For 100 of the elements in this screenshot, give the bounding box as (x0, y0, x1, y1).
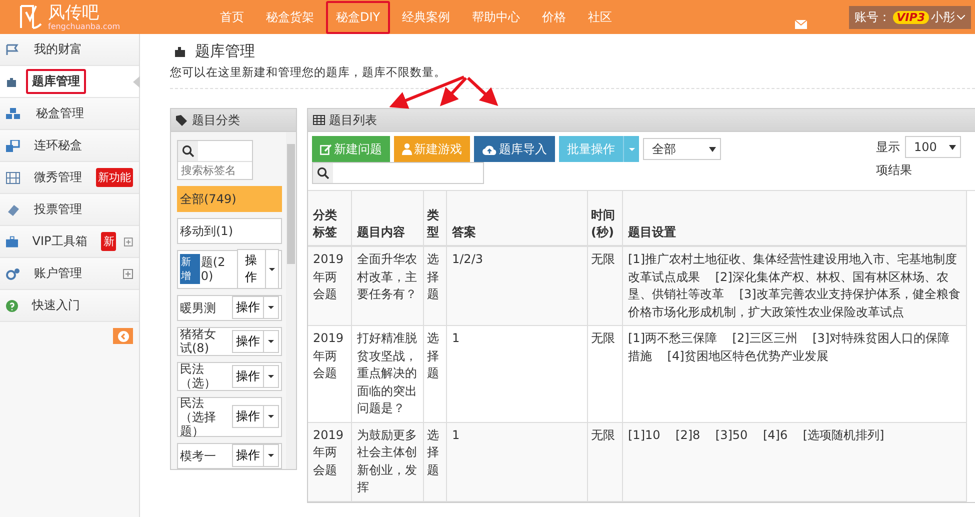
toolbar-button[interactable]: 题库导入 (474, 136, 555, 162)
category-item[interactable]: 全部(749) (177, 186, 282, 212)
table-cell: 选择题 (424, 422, 447, 502)
page-title: 题库管理 (195, 42, 255, 61)
expand-icon[interactable] (124, 236, 133, 246)
page-description: 您可以在这里新建和管理您的题库，题库不限数量。 (170, 65, 447, 80)
flag-icon (6, 44, 20, 56)
table-cell: 无限 (588, 247, 623, 326)
scrollbar[interactable] (286, 132, 296, 469)
puzzle-icon (174, 45, 187, 58)
collapse-icon (118, 330, 128, 342)
table-cell: 选择题 (424, 326, 447, 422)
caret-icon (268, 415, 274, 418)
category-item[interactable]: 猪猪女试(8) 操作 (177, 326, 282, 356)
new-badge: 新功能 (96, 168, 133, 187)
category-label: 题(20) (200, 255, 226, 284)
sidebar-label: 秘盒管理 (35, 105, 85, 122)
panel-title: 题目列表 (329, 112, 377, 128)
cloud-upload-icon (482, 144, 497, 154)
linked-squares-icon (6, 140, 20, 152)
film-icon (6, 172, 20, 184)
user-name: 小彤 (931, 8, 955, 26)
sidebar-label: 快速入门 (30, 297, 81, 314)
caret-icon (268, 268, 275, 271)
category-label: 移动到(1) (180, 224, 233, 238)
column-header[interactable]: 类型 (424, 191, 447, 247)
page-size-select[interactable]: 100 (905, 136, 961, 158)
column-header[interactable]: 答案 (447, 191, 588, 247)
table-cell: 无限 (588, 422, 623, 502)
sidebar-label: 微秀管理 (33, 169, 83, 186)
tag-search-field[interactable]: 搜索标签名 (177, 140, 253, 180)
category-item[interactable]: 民法（选） 操作 (177, 362, 282, 391)
caret-icon (709, 146, 716, 152)
category-label: 猪猪女试(8) (180, 327, 217, 356)
cubes-icon (6, 108, 22, 120)
table-cell: [1]推广农村土地征收、集体经营性建设用地入市、宅基地制度改革试点成果 [2]深化集体产权、林权、国有林区林场、农垦、供销社等改革 [3]改革完善农业支持保护体系，健全粮食价格市场化形成机制，扩大政策性农业保险改革试点 (623, 247, 967, 326)
new-badge: 新 (101, 232, 116, 251)
panel-title: 题目分类 (192, 112, 240, 128)
caret-icon (628, 148, 634, 150)
logo-icon (18, 4, 42, 30)
sidebar-label: 连环秘盒 (33, 137, 83, 154)
dropdown-toggle[interactable] (264, 250, 278, 288)
table-cell: 全面升华农村改革，主要任务有？ (352, 247, 424, 326)
table-cell: 1/2/3 (447, 247, 588, 326)
category-item[interactable]: 暖男测 操作 (177, 294, 282, 321)
logo-url: fengchuanba.com (48, 22, 120, 30)
caret-icon (949, 144, 956, 150)
category-item[interactable]: 移动到(1) (177, 218, 282, 244)
vip-badge: VIP3 (892, 10, 929, 24)
table-cell: 1 (447, 422, 588, 502)
table-icon (313, 115, 325, 125)
sidebar-label: 账户管理 (33, 265, 83, 282)
table-cell: 2019年两会题 (308, 422, 352, 502)
mail-icon[interactable] (794, 20, 807, 28)
sidebar-label: 题库管理 (26, 69, 86, 94)
puzzle-icon (6, 76, 18, 88)
pointer-icon (133, 76, 140, 88)
caret-icon (268, 340, 274, 343)
ticket-icon (6, 204, 20, 216)
category-label: 模考一 (180, 448, 217, 463)
sidebar-item[interactable]: 题库管理 (0, 66, 139, 98)
category-label: 暖男测 (180, 300, 217, 315)
sidebar-label: VIP工具箱 (31, 233, 88, 250)
dropdown-toggle[interactable] (623, 136, 639, 162)
account-label: 账号： (854, 8, 891, 26)
results-label: 项结果 (876, 162, 913, 179)
column-header[interactable]: 时间(秒) (588, 191, 623, 247)
expand-icon[interactable] (123, 268, 133, 278)
tags-icon (176, 114, 188, 126)
sidebar-label: 投票管理 (33, 201, 83, 218)
table-cell: [1]10 [2]8 [3]50 [4]6 [选项随机排列] (623, 422, 967, 502)
table-cell: 2019年两会题 (308, 247, 352, 326)
briefcase-icon (6, 236, 18, 248)
search-icon (317, 167, 329, 179)
category-label: 民法（选择题） (180, 396, 217, 438)
account-menu[interactable]: 账号： VIP3 小彤 (848, 6, 971, 28)
collapse-button[interactable] (113, 328, 133, 344)
category-label: 全部(749) (180, 192, 236, 206)
search-field[interactable] (312, 162, 484, 184)
category-item[interactable]: 新增 题(20) 操作 (177, 250, 282, 289)
column-header[interactable]: 分类标签 (308, 191, 352, 247)
column-header[interactable]: 题目设置 (623, 191, 967, 247)
category-item[interactable]: 民法（选择题） 操作 (177, 396, 282, 437)
caret-icon (268, 306, 274, 310)
filter-select[interactable]: 全部 (643, 138, 721, 160)
category-item[interactable]: 模考一 操作 (177, 442, 282, 469)
edit-icon (320, 144, 332, 154)
help-icon (6, 300, 18, 312)
search-icon[interactable] (182, 145, 194, 157)
table-cell: 为鼓励更多社会主体创新创业，发挥 (352, 422, 424, 502)
logo-name: 风传吧 (48, 4, 100, 22)
caret-icon (268, 374, 274, 378)
tag-label: 新增 (180, 254, 200, 284)
caret-icon (268, 454, 274, 458)
column-header[interactable]: 题目内容 (352, 191, 424, 247)
person-icon (402, 143, 412, 155)
show-label: 显示 (876, 138, 900, 156)
sidebar-label: 我的财富 (33, 41, 83, 58)
table-cell: 选择题 (424, 247, 447, 326)
caret-icon (957, 14, 965, 20)
